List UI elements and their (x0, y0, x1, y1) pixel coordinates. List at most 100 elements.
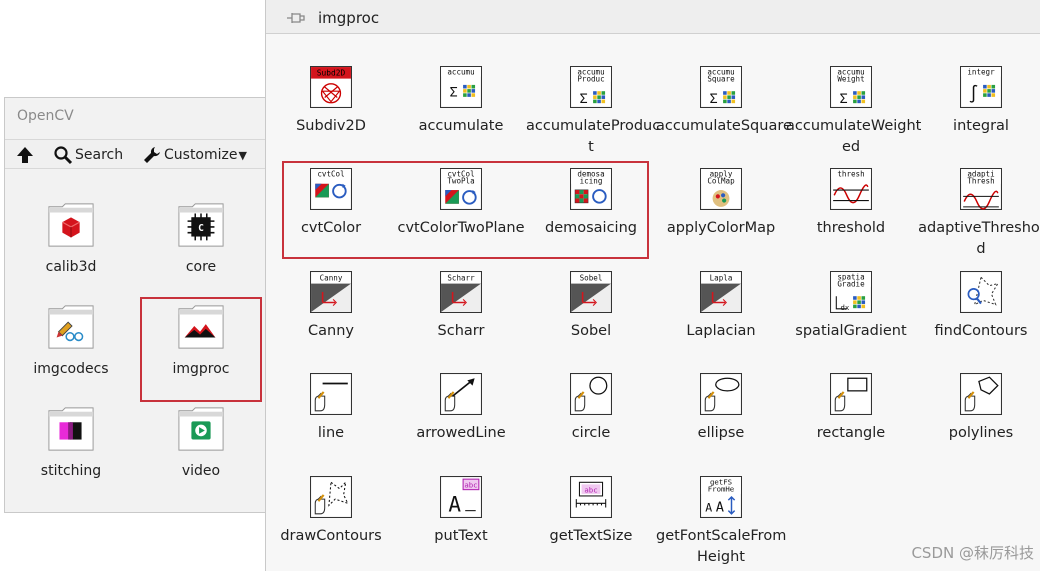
svg-text:Thresh: Thresh (967, 177, 994, 186)
search-label: Search (75, 147, 124, 163)
svg-text:abc: abc (464, 481, 477, 490)
search-icon (54, 146, 73, 165)
svg-text:Weight: Weight (837, 75, 864, 84)
opencv-palette-title: OpenCV (17, 108, 74, 124)
subdiv2d-icon: Subd2D (310, 66, 352, 108)
folder-imgcodecs[interactable]: imgcodecs (6, 303, 136, 377)
function-label: accumulateSquare (656, 118, 792, 134)
svg-text:accumu: accumu (447, 67, 474, 76)
svg-text:C: C (198, 223, 204, 234)
red-cube-icon (48, 203, 94, 247)
canny-icon: Canny (310, 271, 352, 313)
pencil-glasses-icon (48, 305, 94, 349)
function-label: spatialGradient (795, 323, 907, 339)
wrench-icon (144, 147, 160, 163)
function-label: Scharr (437, 323, 485, 339)
svg-text:∫: ∫ (968, 84, 978, 104)
folder-label: imgcodecs (33, 361, 109, 377)
svg-text:Gradie: Gradie (837, 280, 865, 289)
svg-text:A: A (716, 500, 724, 516)
function-label: rectangle (816, 425, 886, 441)
function-label: Laplacian (686, 323, 756, 339)
folder-core[interactable]: C core (136, 201, 266, 275)
function-label: getTextSize (549, 528, 633, 544)
function-label: findContours (934, 323, 1028, 339)
stitching-icon (48, 407, 94, 451)
customize-button[interactable]: Customize ▼ (142, 145, 247, 165)
draw-contours-icon (310, 476, 352, 518)
caret-down-icon: ▼ (238, 148, 247, 162)
svg-text:Σ: Σ (579, 91, 587, 107)
color-conversion-highlight-box (282, 161, 649, 259)
laplacian-icon: Lapla (700, 271, 742, 313)
accumulate-icon: accumu Σ (440, 66, 482, 108)
line-icon (310, 373, 352, 415)
svg-text:Subd2D: Subd2D (317, 68, 346, 77)
function-label: integral (953, 118, 1009, 134)
threshold-icon: thresh (830, 168, 872, 210)
imgproc-palette: imgproc Subd2D Subdiv2D accumu Σaccumulate a… (265, 0, 1040, 571)
svg-text:ColMap: ColMap (707, 177, 735, 186)
folder-stitching[interactable]: stitching (6, 405, 136, 479)
search-button[interactable]: Search (53, 145, 123, 165)
function-label: line (317, 425, 345, 441)
svg-text:integr: integr (967, 67, 995, 76)
svg-text:A: A (448, 493, 461, 517)
put-text-icon: abcA (440, 476, 482, 518)
up-arrow-icon (17, 147, 33, 163)
function-label: polylines (948, 425, 1014, 441)
rectangle-icon (830, 373, 872, 415)
svg-text:abc: abc (584, 485, 597, 494)
up-button[interactable] (15, 145, 35, 165)
arrowed-line-icon (440, 373, 482, 415)
folder-label: stitching (40, 463, 102, 479)
function-label: Subdiv2D (296, 118, 366, 134)
function-label: accumulate (418, 118, 504, 134)
function-label: accumulateWeight ed (786, 118, 922, 155)
svg-text:Σ: Σ (709, 91, 717, 107)
function-label: drawContours (280, 528, 382, 544)
accumulate-product-icon: accumuProducΣ (570, 66, 612, 108)
function-label: ellipse (697, 425, 745, 441)
svg-text:Lapla: Lapla (710, 273, 733, 282)
function-label: Sobel (570, 323, 612, 339)
svg-text:Produc: Produc (577, 75, 604, 84)
folder-label: video (181, 463, 221, 479)
folder-label: calib3d (45, 259, 97, 275)
svg-text:Square: Square (707, 75, 735, 84)
imgproc-highlight-box (140, 297, 262, 402)
function-label: Canny (308, 323, 354, 339)
adaptive-threshold-icon: adaptiThresh (960, 168, 1002, 210)
watermark: CSDN @秣厉科技 (911, 544, 1034, 562)
folder-video[interactable]: video (136, 405, 266, 479)
imgproc-palette-header: imgproc (266, 0, 1040, 34)
svg-text:dx: dx (841, 303, 850, 312)
ellipse-icon (700, 373, 742, 415)
function-label: threshold (816, 220, 886, 236)
svg-text:Σ: Σ (839, 91, 847, 107)
function-label: circle (571, 425, 611, 441)
svg-text:Sobel: Sobel (580, 273, 603, 282)
svg-text:A: A (705, 501, 712, 515)
function-label: applyColorMap (666, 220, 776, 236)
function-label: accumulateProduc t (526, 118, 661, 155)
folder-calib3d[interactable]: calib3d (6, 201, 136, 275)
svg-text:FromHe: FromHe (708, 485, 734, 494)
imgproc-palette-title: imgproc (318, 9, 380, 27)
function-label: arrowedLine (416, 425, 506, 441)
circle-icon (570, 373, 612, 415)
folder-label: core (185, 259, 217, 275)
svg-text:Canny: Canny (320, 273, 343, 282)
find-contours-icon (960, 271, 1002, 313)
get-font-scale-icon: getFSFromHeA A (700, 476, 742, 518)
palette-toolbar: Search Customize ▼ (5, 139, 265, 169)
accumulate-square-icon: accumuSquareΣ (700, 66, 742, 108)
apply-color-map-icon: applyColMap (700, 168, 742, 210)
polylines-icon (960, 373, 1002, 415)
function-label: getFontScaleFrom Height (656, 528, 787, 565)
pin-icon[interactable] (284, 9, 306, 27)
svg-text:thresh: thresh (837, 169, 864, 178)
video-play-icon (178, 407, 224, 451)
get-text-size-icon: abc (570, 476, 612, 518)
svg-text:Σ: Σ (449, 84, 457, 100)
